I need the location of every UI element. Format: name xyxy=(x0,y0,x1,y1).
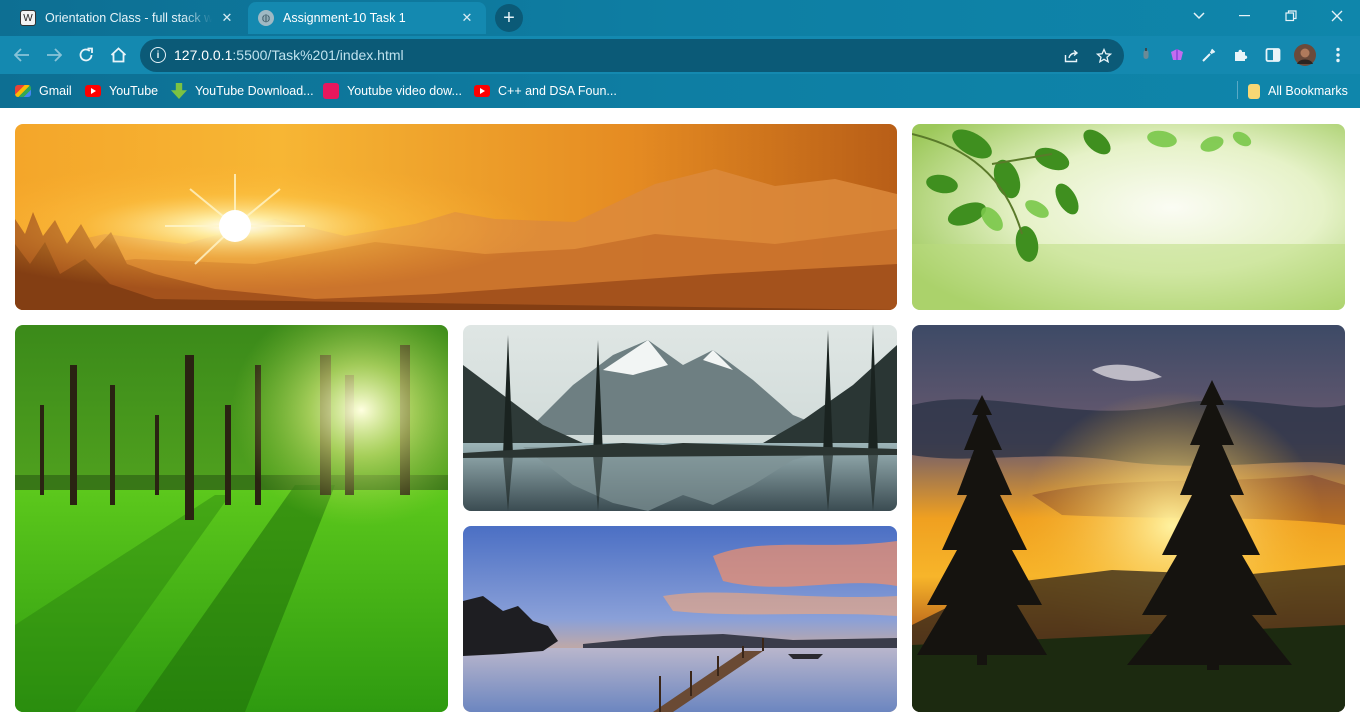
extension-mic-icon[interactable] xyxy=(1135,44,1157,66)
gallery-image-green-leaves xyxy=(912,124,1345,310)
share-icon[interactable] xyxy=(1062,46,1082,66)
folder-icon xyxy=(1248,83,1260,99)
menu-kebab-icon[interactable] xyxy=(1327,44,1349,66)
wordpress-icon: W xyxy=(20,10,36,26)
bookmark-youtube-video-download[interactable]: Youtube video dow... xyxy=(323,81,462,101)
u-icon xyxy=(323,83,339,99)
eyedropper-icon[interactable] xyxy=(1198,44,1220,66)
minimize-button[interactable] xyxy=(1230,4,1260,28)
url-text[interactable]: 127.0.0.1:5500/Task%201/index.html xyxy=(174,47,404,63)
back-arrow-icon[interactable] xyxy=(9,42,35,68)
close-icon[interactable]: ✕ xyxy=(218,9,236,27)
extension-gem-icon[interactable] xyxy=(1166,44,1188,66)
gallery-image-mountain-lake-reflection xyxy=(463,325,897,511)
forward-arrow-icon[interactable] xyxy=(41,42,67,68)
bookmark-youtube[interactable]: YouTube xyxy=(85,81,158,101)
restore-button[interactable] xyxy=(1276,4,1306,28)
tab-orientation-class[interactable]: W Orientation Class - full stack web ✕ xyxy=(10,2,246,34)
new-tab-button[interactable]: + xyxy=(495,4,523,32)
browser-chrome: W Orientation Class - full stack web ✕ ◍… xyxy=(0,0,1360,108)
youtube-icon xyxy=(474,85,490,97)
tab-title: Assignment-10 Task 1 xyxy=(283,11,406,25)
bookmark-label: YouTube Download... xyxy=(195,84,314,98)
close-icon[interactable]: ✕ xyxy=(458,9,476,27)
tab-search-chevron-icon[interactable] xyxy=(1184,4,1214,28)
download-icon xyxy=(171,83,187,99)
tab-strip: W Orientation Class - full stack web ✕ ◍… xyxy=(0,0,1360,34)
bookmarks-divider xyxy=(1237,81,1238,99)
toolbar: i 127.0.0.1:5500/Task%201/index.html xyxy=(0,36,1360,74)
gallery-image-pine-trees-sunset xyxy=(912,325,1345,712)
avatar[interactable] xyxy=(1294,44,1316,66)
bookmark-gmail[interactable]: Gmail xyxy=(15,81,72,101)
bookmark-star-icon[interactable] xyxy=(1094,46,1114,66)
close-window-button[interactable] xyxy=(1322,4,1352,28)
side-panel-icon[interactable] xyxy=(1262,44,1284,66)
bookmark-label: Youtube video dow... xyxy=(347,84,462,98)
gmail-icon xyxy=(15,85,31,97)
youtube-icon xyxy=(85,85,101,97)
bookmarks-bar: Gmail YouTube YouTube Download... Youtub… xyxy=(0,76,1360,106)
bookmark-cpp-dsa[interactable]: C++ and DSA Foun... xyxy=(474,81,617,101)
globe-icon: ◍ xyxy=(258,10,274,26)
all-bookmarks[interactable]: All Bookmarks xyxy=(1248,81,1348,101)
reload-icon[interactable] xyxy=(73,42,99,68)
image-gallery xyxy=(0,108,1360,728)
site-info-icon[interactable]: i xyxy=(150,47,166,63)
address-bar[interactable]: i 127.0.0.1:5500/Task%201/index.html xyxy=(140,39,1124,72)
all-bookmarks-label: All Bookmarks xyxy=(1268,84,1348,98)
tab-assignment-10[interactable]: ◍ Assignment-10 Task 1 ✕ xyxy=(248,2,486,34)
gallery-image-sunset-mountains xyxy=(15,124,897,310)
extensions-puzzle-icon[interactable] xyxy=(1230,44,1252,66)
bookmark-label: C++ and DSA Foun... xyxy=(498,84,617,98)
bookmark-label: Gmail xyxy=(39,84,72,98)
bookmark-youtube-download[interactable]: YouTube Download... xyxy=(171,81,314,101)
gallery-image-lake-pier-sunset xyxy=(463,526,897,712)
bookmark-label: YouTube xyxy=(109,84,159,98)
tab-title: Orientation Class - full stack web xyxy=(45,11,212,25)
home-icon[interactable] xyxy=(105,42,131,68)
gallery-image-sunlit-forest xyxy=(15,325,448,712)
